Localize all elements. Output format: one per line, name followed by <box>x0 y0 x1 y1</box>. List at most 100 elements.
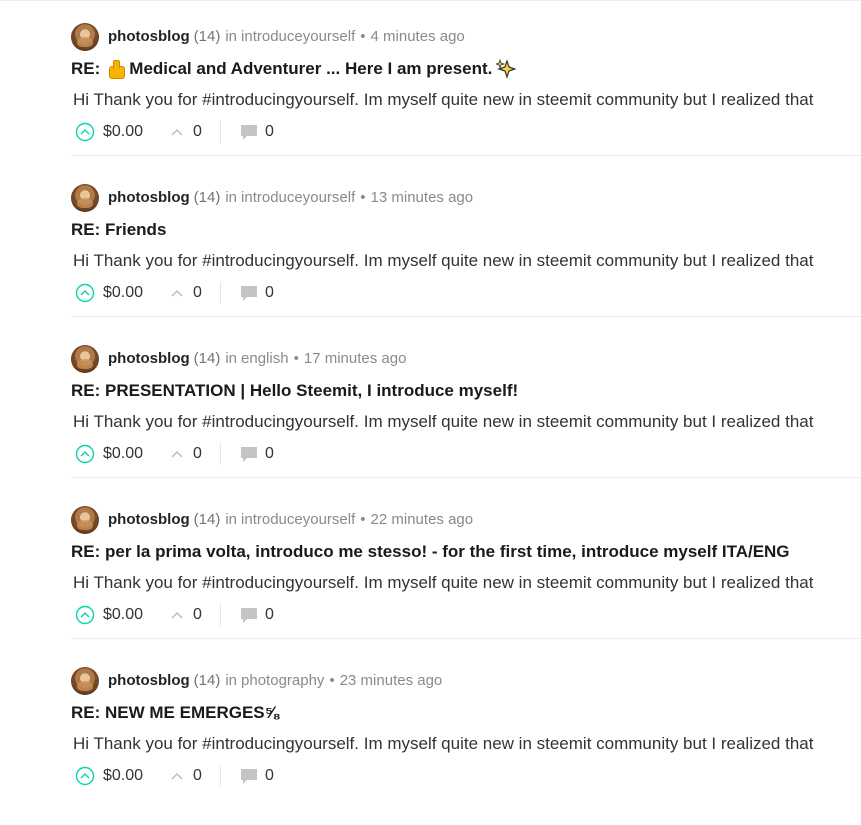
votes-count-group[interactable]: 0 <box>171 120 221 143</box>
post-summary[interactable]: Hi Thank you for #introducingyourself. I… <box>73 729 861 759</box>
comments-count-group[interactable]: 0 <box>240 123 274 141</box>
community-link[interactable]: introduceyourself <box>241 28 355 45</box>
post-summary[interactable]: Hi Thank you for #introducingyourself. I… <box>73 246 861 276</box>
author-link[interactable]: photosblog <box>108 189 190 206</box>
post-title-link[interactable]: RE: NEW ME EMERGES⅝ <box>71 697 861 729</box>
meta-bullet: • <box>293 350 299 367</box>
author-reputation: (14) <box>193 350 221 367</box>
post-title-link[interactable]: RE: Friends <box>71 214 861 246</box>
post-divider <box>71 477 861 478</box>
payout-value[interactable]: $0.00 <box>103 445 143 463</box>
votes-count: 0 <box>193 766 202 784</box>
author-reputation: (14) <box>193 28 221 45</box>
post-title-link[interactable]: RE: per la prima volta, introduco me ste… <box>71 536 861 568</box>
post-title-prefix: RE: <box>71 59 101 78</box>
payout-value[interactable]: $0.00 <box>103 123 143 141</box>
comments-count-group[interactable]: 0 <box>240 445 274 463</box>
post-summary[interactable]: Hi Thank you for #introducingyourself. I… <box>73 85 861 115</box>
post-header: photosblog (14) in english • 17 minutes … <box>71 342 861 375</box>
post-time[interactable]: 17 minutes ago <box>304 350 407 367</box>
author-link[interactable]: photosblog <box>108 350 190 367</box>
avatar[interactable] <box>71 344 99 373</box>
meta-bullet: • <box>360 189 366 206</box>
in-label: in <box>225 672 238 689</box>
post-item: photosblog (14) in english • 17 minutes … <box>71 342 861 503</box>
post-actions: $0.00 0 0 <box>75 115 861 148</box>
meta-bullet: • <box>360 28 366 45</box>
avatar[interactable] <box>71 505 99 534</box>
post-actions: $0.00 0 0 <box>75 276 861 309</box>
avatar[interactable] <box>71 666 99 695</box>
avatar[interactable] <box>71 22 99 51</box>
votes-count-group[interactable]: 0 <box>171 603 221 626</box>
votes-count-group[interactable]: 0 <box>171 764 221 787</box>
author-link[interactable]: photosblog <box>108 511 190 528</box>
post-item: photosblog (14) in introduceyourself • 2… <box>71 503 861 664</box>
meta-bullet: • <box>360 511 366 528</box>
comments-count: 0 <box>264 766 274 784</box>
comments-count: 0 <box>264 605 274 623</box>
payout-value[interactable]: $0.00 <box>103 284 143 302</box>
comment-bubble-icon <box>240 123 258 141</box>
comment-bubble-icon <box>240 606 258 624</box>
author-reputation: (14) <box>193 189 221 206</box>
in-label: in <box>225 189 238 206</box>
avatar[interactable] <box>71 183 99 212</box>
post-item: photosblog (14) in photography • 23 minu… <box>71 664 861 825</box>
post-summary[interactable]: Hi Thank you for #introducingyourself. I… <box>73 568 861 598</box>
author-link[interactable]: photosblog <box>108 28 190 45</box>
comments-count-group[interactable]: 0 <box>240 284 274 302</box>
votes-count: 0 <box>193 283 202 301</box>
post-item: photosblog (14) in introduceyourself • 1… <box>71 181 861 342</box>
author-reputation: (14) <box>193 672 221 689</box>
thumbs-up-icon <box>106 60 126 79</box>
post-title-link[interactable]: RE: Medical and Adventurer ... Here I am… <box>71 53 861 85</box>
votes-count: 0 <box>193 122 202 140</box>
post-header: photosblog (14) in introduceyourself • 1… <box>71 181 861 214</box>
post-time[interactable]: 13 minutes ago <box>371 189 474 206</box>
post-header: photosblog (14) in introduceyourself • 2… <box>71 503 861 536</box>
community-link[interactable]: introduceyourself <box>241 511 355 528</box>
payout-value[interactable]: $0.00 <box>103 606 143 624</box>
post-actions: $0.00 0 0 <box>75 437 861 470</box>
upvote-circle-icon[interactable] <box>75 444 95 464</box>
post-header: photosblog (14) in photography • 23 minu… <box>71 664 861 697</box>
in-label: in <box>225 511 238 528</box>
upvote-circle-icon[interactable] <box>75 605 95 625</box>
post-header: photosblog (14) in introduceyourself • 4… <box>71 20 861 53</box>
post-divider <box>71 316 861 317</box>
comments-count: 0 <box>264 283 274 301</box>
payout-value[interactable]: $0.00 <box>103 767 143 785</box>
comment-bubble-icon <box>240 284 258 302</box>
caret-up-icon <box>171 771 183 781</box>
in-label: in <box>225 350 238 367</box>
comments-count: 0 <box>264 122 274 140</box>
author-reputation: (14) <box>193 511 221 528</box>
post-summary[interactable]: Hi Thank you for #introducingyourself. I… <box>73 407 861 437</box>
comments-count: 0 <box>264 444 274 462</box>
post-feed: photosblog (14) in introduceyourself • 4… <box>71 20 861 825</box>
votes-count: 0 <box>193 444 202 462</box>
upvote-circle-icon[interactable] <box>75 766 95 786</box>
comments-count-group[interactable]: 0 <box>240 606 274 624</box>
author-link[interactable]: photosblog <box>108 672 190 689</box>
sparkles-icon <box>496 59 517 79</box>
votes-count-group[interactable]: 0 <box>171 442 221 465</box>
upvote-circle-icon[interactable] <box>75 122 95 142</box>
post-title-link[interactable]: RE: PRESENTATION | Hello Steemit, I intr… <box>71 375 861 407</box>
votes-count-group[interactable]: 0 <box>171 281 221 304</box>
community-link[interactable]: english <box>241 350 289 367</box>
post-time[interactable]: 22 minutes ago <box>371 511 474 528</box>
caret-up-icon <box>171 449 183 459</box>
post-time[interactable]: 4 minutes ago <box>371 28 465 45</box>
upvote-circle-icon[interactable] <box>75 283 95 303</box>
community-link[interactable]: introduceyourself <box>241 189 355 206</box>
in-label: in <box>225 28 238 45</box>
community-link[interactable]: photography <box>241 672 324 689</box>
post-time[interactable]: 23 minutes ago <box>340 672 443 689</box>
post-divider <box>71 638 861 639</box>
comment-bubble-icon <box>240 767 258 785</box>
caret-up-icon <box>171 610 183 620</box>
top-divider <box>0 0 861 1</box>
comments-count-group[interactable]: 0 <box>240 767 274 785</box>
